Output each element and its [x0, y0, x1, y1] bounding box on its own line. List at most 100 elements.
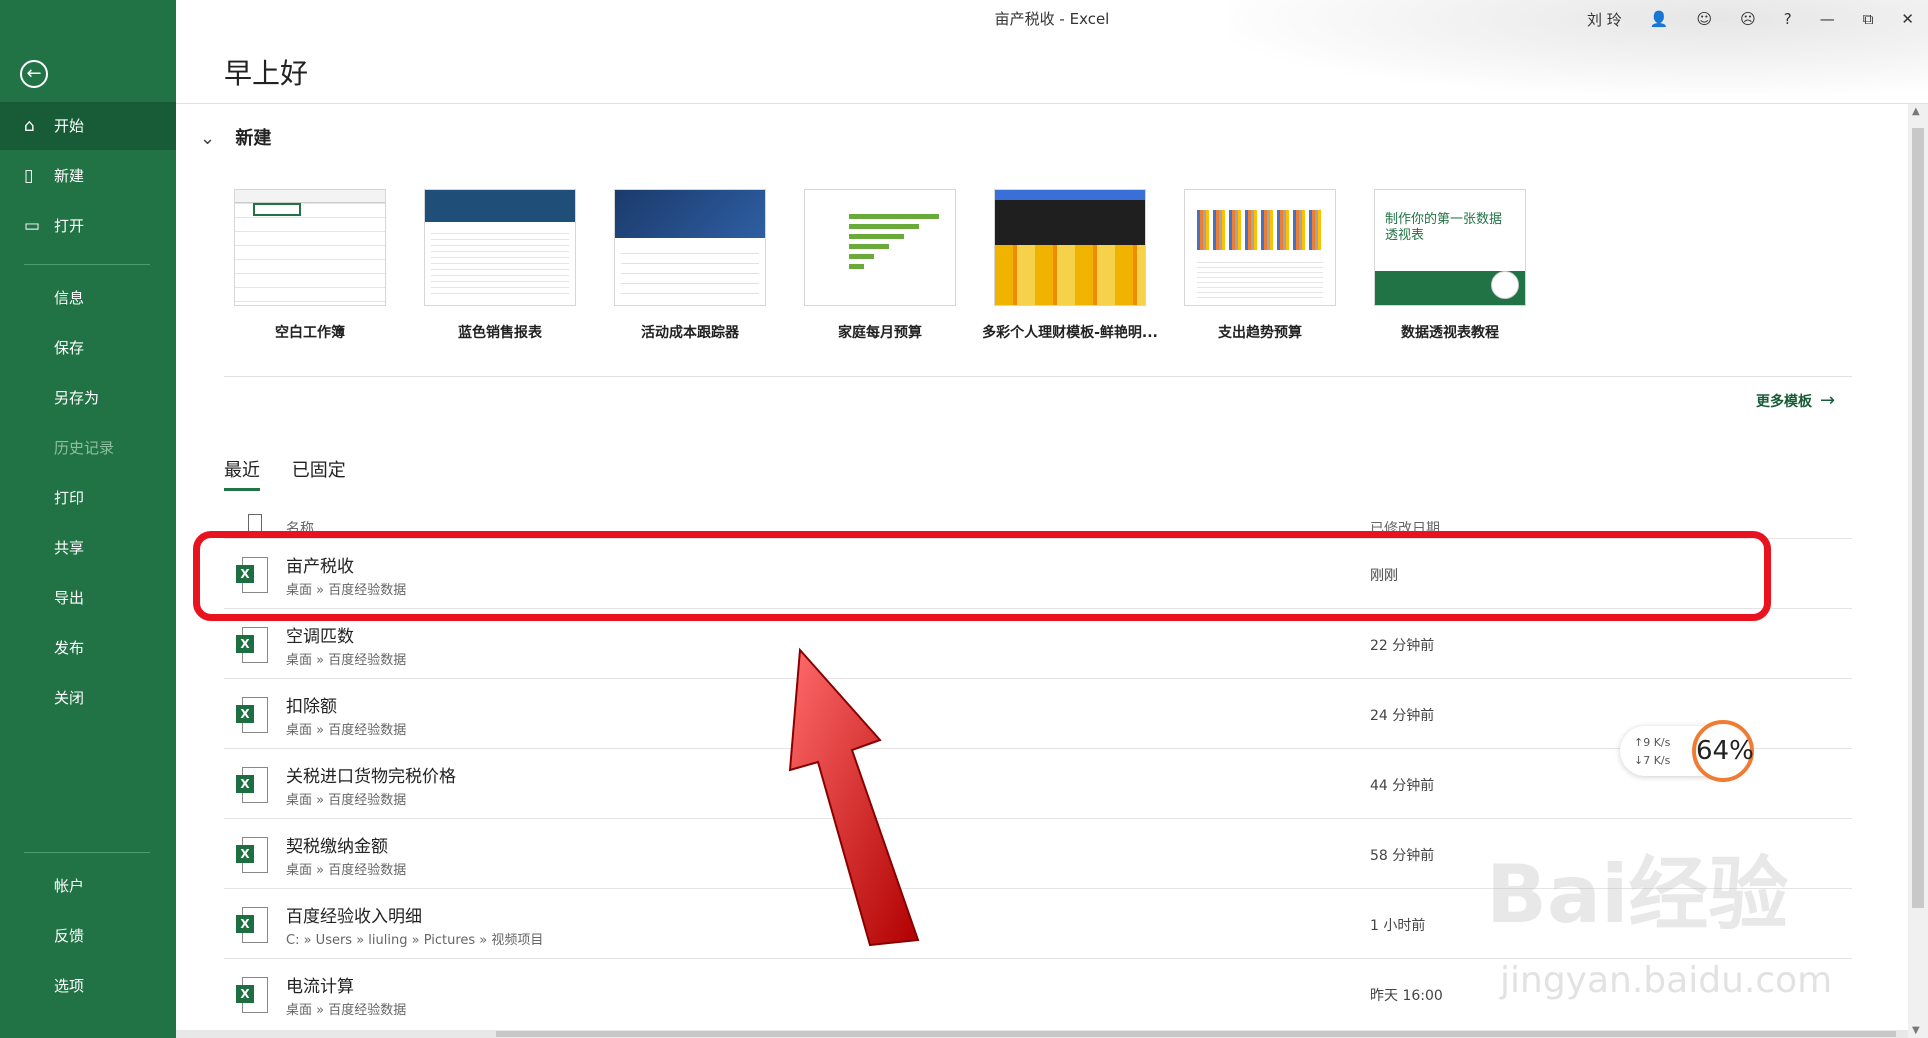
home-icon: ⌂ — [24, 116, 35, 136]
recent-pinned-tabs: 最近 已固定 — [224, 456, 372, 491]
sidebar-item-new[interactable]: ▯ 新建 — [0, 152, 176, 200]
sidebar-item-share[interactable]: 共享 — [0, 524, 176, 572]
sidebar-item-label: 信息 — [54, 289, 85, 307]
file-path: 桌面 » 百度经验数据 — [286, 863, 407, 878]
sidebar-item-label: 另存为 — [54, 389, 100, 407]
file-name: 关税进口货物完税价格 — [286, 767, 456, 787]
file-name: 空调匹数 — [286, 627, 354, 647]
sidebar-item-label: 历史记录 — [54, 439, 115, 457]
new-section-title: 新建 — [235, 128, 272, 149]
recent-file-row[interactable]: X 扣除额 桌面 » 百度经验数据 24 分钟前 — [224, 678, 1852, 749]
template-family-monthly-budget[interactable]: 家庭每月预算 — [780, 189, 980, 342]
template-label: 数据透视表教程 — [1401, 325, 1499, 341]
sidebar-item-history: 历史记录 — [0, 424, 176, 472]
excel-file-icon: X — [236, 697, 268, 733]
usage-percent: 64% — [1692, 720, 1754, 782]
upload-speed: ↑9 K/s — [1634, 736, 1671, 749]
template-blue-sales-report[interactable]: 蓝色销售报表 — [400, 189, 600, 342]
template-label: 蓝色销售报表 — [458, 325, 542, 341]
restore-button[interactable]: ⧉ — [1863, 10, 1874, 28]
sidebar-item-open[interactable]: ▭ 打开 — [0, 202, 176, 250]
sidebar-item-publish[interactable]: 发布 — [0, 624, 176, 672]
file-modified: 1 小时前 — [1370, 918, 1426, 934]
close-button[interactable]: ✕ — [1901, 10, 1914, 28]
sidebar-item-info[interactable]: 信息 — [0, 274, 176, 322]
file-modified: 24 分钟前 — [1370, 708, 1435, 724]
sidebar-divider — [24, 264, 150, 265]
excel-file-icon: X — [236, 767, 268, 803]
excel-file-icon: X — [236, 627, 268, 663]
sidebar-item-label: 共享 — [54, 539, 85, 557]
sidebar-item-feedback[interactable]: 反馈 — [0, 912, 176, 960]
tab-recent[interactable]: 最近 — [224, 456, 260, 491]
file-path: 桌面 » 百度经验数据 — [286, 723, 407, 738]
file-name: 百度经验收入明细 — [286, 907, 422, 927]
new-file-icon: ▯ — [24, 166, 34, 186]
sidebar-item-label: 发布 — [54, 639, 85, 657]
hscroll-thumb[interactable] — [496, 1031, 1896, 1037]
blank-workbook-thumbnail — [234, 189, 386, 306]
sidebar-item-label: 新建 — [54, 167, 85, 185]
template-label: 家庭每月预算 — [838, 325, 922, 341]
vertical-scrollbar[interactable]: ▲ ▼ — [1908, 104, 1928, 1038]
pivot-icon — [1491, 271, 1519, 299]
network-speed-widget[interactable]: ↑9 K/s ↓7 K/s 64% — [1620, 720, 1756, 782]
scroll-up-icon[interactable]: ▲ — [1912, 106, 1920, 117]
template-colorful-finance[interactable]: 多彩个人理财模板-鲜艳明... — [970, 189, 1170, 342]
template-label: 空白工作簿 — [275, 325, 345, 341]
sidebar-divider — [24, 852, 150, 853]
frown-feedback-icon[interactable]: ☹ — [1740, 10, 1756, 28]
file-modified: 22 分钟前 — [1370, 638, 1435, 654]
back-arrow-icon[interactable]: ← — [20, 60, 48, 88]
watermark-logo: Bai经验 — [1486, 848, 1789, 941]
sidebar-item-label: 保存 — [54, 339, 85, 357]
minimize-button[interactable]: — — [1820, 10, 1835, 28]
new-section-header[interactable]: ⌄ 新建 — [200, 124, 271, 150]
red-arrow-annotation — [788, 647, 920, 947]
file-name: 电流计算 — [286, 977, 354, 997]
file-modified: 昨天 16:00 — [1370, 988, 1443, 1004]
sidebar-item-options[interactable]: 选项 — [0, 962, 176, 1010]
file-path: 桌面 » 百度经验数据 — [286, 793, 407, 808]
file-path: 桌面 » 百度经验数据 — [286, 1003, 407, 1018]
file-name: 契税缴纳金额 — [286, 837, 388, 857]
sidebar-item-label: 反馈 — [54, 927, 85, 945]
excel-file-icon: X — [236, 977, 268, 1013]
user-name[interactable]: 刘 玲 — [1587, 9, 1622, 30]
more-templates-label: 更多模板 — [1756, 394, 1812, 410]
arrow-right-icon: → — [1820, 390, 1836, 411]
template-pivot-tutorial[interactable]: 制作你的第一张数据透视表 数据透视表教程 — [1350, 189, 1550, 342]
horizontal-scrollbar[interactable] — [176, 1030, 1908, 1038]
sidebar-item-close[interactable]: 关闭 — [0, 674, 176, 722]
template-blank-workbook[interactable]: 空白工作簿 — [210, 189, 410, 342]
scroll-down-icon[interactable]: ▼ — [1912, 1025, 1920, 1036]
cost-tracker-thumbnail — [614, 189, 766, 306]
tab-pinned[interactable]: 已固定 — [292, 456, 346, 488]
help-button[interactable]: ? — [1784, 10, 1792, 28]
sidebar-item-account[interactable]: 帐户 — [0, 862, 176, 910]
sidebar-item-label: 打开 — [54, 217, 85, 235]
user-avatar-icon[interactable]: 👤 — [1650, 10, 1669, 28]
sidebar-item-home[interactable]: ⌂ 开始 — [0, 102, 176, 150]
highlight-annotation — [193, 531, 1771, 621]
sidebar-item-label: 选项 — [54, 977, 85, 995]
section-divider — [224, 376, 1852, 377]
template-event-cost-tracker[interactable]: 活动成本跟踪器 — [590, 189, 790, 342]
sidebar-item-label: 开始 — [54, 117, 85, 135]
title-bar: 亩产税收 - Excel 刘 玲 👤 ☺ ☹ ? — ⧉ ✕ — [176, 0, 1928, 38]
sidebar-item-print[interactable]: 打印 — [0, 474, 176, 522]
recent-file-row[interactable]: X 关税进口货物完税价格 桌面 » 百度经验数据 44 分钟前 — [224, 748, 1852, 819]
template-expense-trend[interactable]: 支出趋势预算 — [1160, 189, 1360, 342]
template-label: 活动成本跟踪器 — [641, 325, 739, 341]
sidebar-item-save[interactable]: 保存 — [0, 324, 176, 372]
watermark-url: jingyan.baidu.com — [1500, 960, 1833, 1001]
sidebar-item-label: 导出 — [54, 589, 85, 607]
sidebar-item-export[interactable]: 导出 — [0, 574, 176, 622]
scroll-thumb[interactable] — [1912, 128, 1924, 908]
smile-feedback-icon[interactable]: ☺ — [1696, 10, 1712, 28]
excel-file-icon: X — [236, 907, 268, 943]
more-templates-link[interactable]: 更多模板 → — [1756, 390, 1835, 411]
sidebar-item-label: 打印 — [54, 489, 85, 507]
family-budget-thumbnail — [804, 189, 956, 306]
sidebar-item-save-as[interactable]: 另存为 — [0, 374, 176, 422]
